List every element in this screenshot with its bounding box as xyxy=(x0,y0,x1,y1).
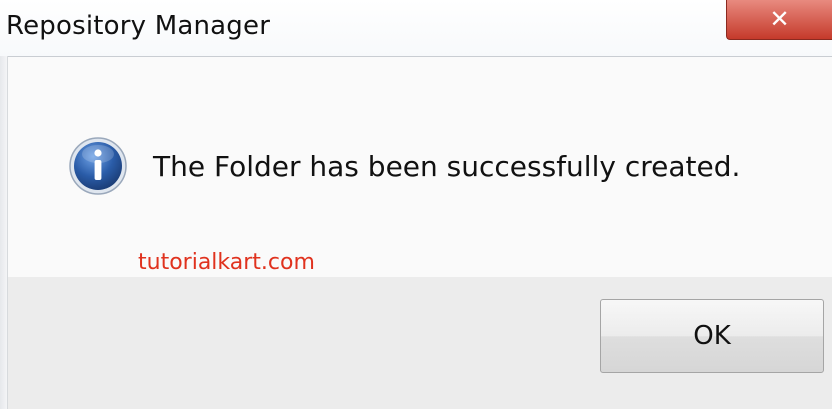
close-icon: ✕ xyxy=(769,5,790,33)
ok-button[interactable]: OK xyxy=(600,299,824,373)
window-left-border xyxy=(0,56,8,409)
ok-button-label: OK xyxy=(693,321,731,351)
message-dialog: Repository Manager ✕ The Folder has been… xyxy=(0,0,832,409)
title-bar: Repository Manager ✕ xyxy=(0,0,832,57)
dialog-message: The Folder has been successfully created… xyxy=(153,150,741,183)
watermark-text: tutorialkart.com xyxy=(138,250,315,275)
window-title: Repository Manager xyxy=(6,11,271,41)
info-icon xyxy=(69,137,127,195)
close-button[interactable]: ✕ xyxy=(726,0,832,40)
